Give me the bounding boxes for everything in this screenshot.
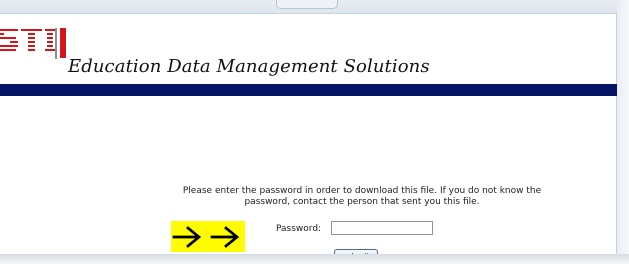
password-row: Password: (266, 221, 456, 239)
browser-tab[interactable] (276, 0, 338, 9)
right-arrow-icon (172, 226, 202, 248)
browser-bottom-edge (0, 254, 629, 264)
brand-title: Education Data Management Solutions (68, 56, 430, 77)
download-instructions: Please enter the password in order to do… (182, 186, 542, 207)
password-field[interactable] (331, 221, 433, 235)
header-rule (0, 84, 617, 96)
download-page: Education Data Management Solutions Plea… (0, 14, 617, 264)
browser-top-edge (0, 0, 629, 14)
arrow-highlight (171, 221, 245, 252)
screenshot-frame: Education Data Management Solutions Plea… (0, 0, 629, 264)
password-label: Password: (276, 224, 322, 234)
sti-logo (0, 28, 66, 59)
right-arrow-icon (210, 226, 240, 248)
browser-right-edge (617, 0, 629, 264)
